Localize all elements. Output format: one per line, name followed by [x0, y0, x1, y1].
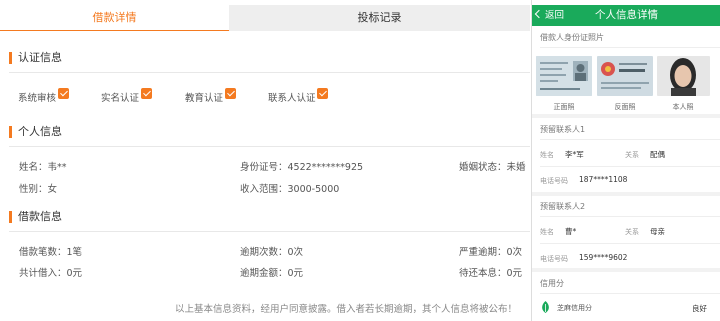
- divider: [540, 216, 720, 217]
- section-separator: [532, 114, 720, 118]
- id-back-photo[interactable]: [597, 56, 653, 96]
- contact2-title: 预留联系人2: [540, 202, 586, 211]
- cert-label-system-review: 系统审核: [18, 93, 57, 104]
- system-review-check-icon: [58, 88, 69, 99]
- contact2-phone: 159****9602: [579, 253, 628, 262]
- contact2-name-label: 姓名: [540, 228, 554, 236]
- cert-label-real-name: 实名认证: [101, 93, 140, 104]
- contact1-name-label: 姓名: [540, 151, 554, 159]
- loan-pending-principal: 待还本息：0元: [459, 268, 523, 279]
- personal-name: 姓名：韦**: [19, 162, 67, 173]
- loan-info-title: 借款信息: [9, 210, 62, 224]
- mobile-header: 个人信息详情 返回: [532, 5, 720, 26]
- contact1-name: 李*军: [565, 150, 584, 159]
- loan-count: 借款笔数：1笔: [19, 247, 83, 258]
- id-card-back-image: [597, 56, 653, 96]
- personal-income-range: 收入范围：3000-5000: [240, 184, 340, 195]
- contact2-relation: 母亲: [650, 227, 665, 236]
- divider: [9, 72, 530, 73]
- credit-label: 芝麻信用分: [557, 304, 592, 312]
- caption-front: 正面照: [553, 103, 575, 111]
- tab-bar: 借款详情 投标记录: [0, 5, 530, 32]
- contact1-phone-label: 电话号码: [540, 177, 568, 185]
- credit-title: 信用分: [540, 279, 564, 288]
- id-photos-title: 借款人身份证照片: [540, 33, 604, 42]
- tab-bid-records[interactable]: 投标记录: [229, 5, 530, 31]
- id-card-front-image: [536, 56, 592, 96]
- personal-id-number: 身份证号：4522*******925: [240, 162, 364, 173]
- back-button[interactable]: 返回: [534, 5, 565, 26]
- education-check-icon: [225, 88, 236, 99]
- contact-check-icon: [317, 88, 328, 99]
- loan-overdue-amount: 逾期金额：0元: [240, 268, 304, 279]
- contact1-title: 预留联系人1: [540, 125, 586, 134]
- personal-info-title: 个人信息: [9, 125, 62, 139]
- divider: [540, 243, 720, 244]
- divider: [540, 166, 720, 167]
- section-separator: [532, 268, 720, 272]
- contact1-relation: 配偶: [650, 150, 665, 159]
- loan-total-borrowed: 共计借入：0元: [19, 268, 83, 279]
- personal-gender: 性别：女: [19, 184, 58, 195]
- portrait-image: [657, 56, 710, 96]
- tab-loan-details[interactable]: 借款详情: [0, 5, 229, 31]
- contact2-name: 曹*: [565, 227, 577, 236]
- mobile-personal-detail: 个人信息详情 返回 借款人身份证照片 正面照 反面照 本人照 预留联系人1 姓名…: [531, 0, 720, 321]
- contact2-relation-label: 关系: [625, 228, 639, 236]
- personal-marital-status: 婚姻状态：未婚: [459, 162, 526, 173]
- loan-severe-overdue: 严重逾期：0次: [459, 247, 523, 258]
- contact1-phone: 187****1108: [579, 175, 628, 184]
- credit-value: 良好: [692, 304, 707, 313]
- contact1-relation-label: 关系: [625, 151, 639, 159]
- sesame-leaf-icon: [542, 301, 549, 313]
- cert-label-education: 教育认证: [185, 93, 224, 104]
- divider: [540, 139, 720, 140]
- real-name-check-icon: [141, 88, 152, 99]
- section-separator: [532, 192, 720, 196]
- self-photo[interactable]: [657, 56, 710, 96]
- loan-detail-panel: 借款详情 投标记录 认证信息 系统审核 实名认证 教育认证 联系人认证 个人信息…: [0, 0, 530, 321]
- divider: [9, 231, 530, 232]
- certification-title: 认证信息: [9, 51, 62, 65]
- chevron-left-icon: [534, 9, 544, 19]
- divider: [540, 293, 720, 294]
- contact2-phone-label: 电话号码: [540, 255, 568, 263]
- divider: [540, 47, 720, 48]
- divider: [9, 146, 530, 147]
- caption-back: 反面照: [614, 103, 636, 111]
- id-front-photo[interactable]: [536, 56, 592, 96]
- caption-self: 本人照: [672, 103, 694, 111]
- back-label: 返回: [545, 10, 565, 21]
- cert-label-contact: 联系人认证: [268, 93, 316, 104]
- loan-overdue-times: 逾期次数：0次: [240, 247, 304, 258]
- disclosure-note: 以上基本信息资料，经用户同意披露。借入者若长期逾期，其个人信息将被公布！: [175, 304, 518, 315]
